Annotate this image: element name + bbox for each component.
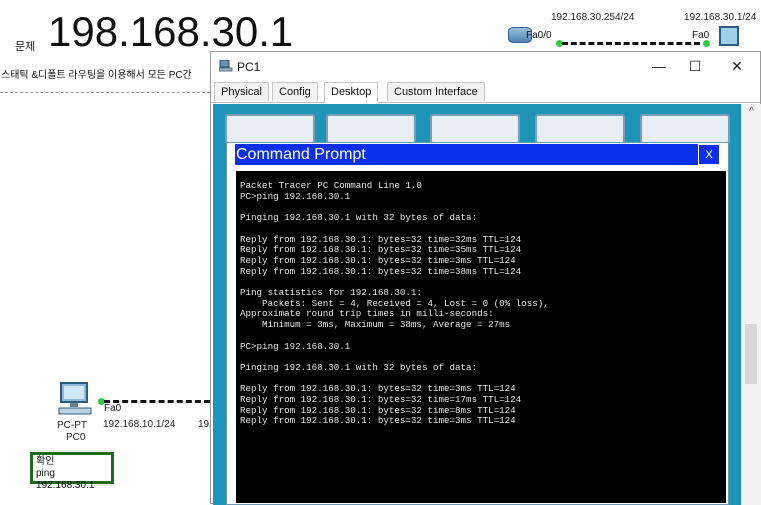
switch-icon[interactable] xyxy=(719,26,739,46)
tab-physical[interactable]: Physical xyxy=(214,82,269,101)
host-port-label: Fa0 xyxy=(692,30,710,41)
problem-description: 스태틱 &디폴트 라우팅을 이용해서 모든 PC간 xyxy=(1,70,192,81)
tab-bar: Physical Config Desktop Custom Interface xyxy=(211,82,760,103)
host-ip-label: 192.168.30.1/24 xyxy=(684,12,757,23)
desktop-app-icon[interactable] xyxy=(225,114,315,144)
divider xyxy=(0,92,210,94)
link-line xyxy=(562,42,700,45)
command-prompt-title: Command Prompt xyxy=(236,146,366,163)
note-box[interactable]: 확인 ping 192.168.30.1 xyxy=(30,452,114,491)
pc-window-icon xyxy=(219,60,233,72)
scroll-up-arrow-icon[interactable]: ^ xyxy=(742,104,761,120)
desktop-app-icon[interactable] xyxy=(430,114,520,144)
pc0-port-label: Fa0 xyxy=(104,403,122,414)
tab-desktop[interactable]: Desktop xyxy=(324,82,379,103)
tab-config[interactable]: Config xyxy=(272,82,318,101)
command-prompt-window: Command Prompt X Packet Tracer PC Comman… xyxy=(226,142,729,505)
note-line-1: 확인 xyxy=(36,456,55,467)
background-title: 198.168.30.1 xyxy=(48,8,294,55)
minimize-button[interactable]: — xyxy=(641,54,677,78)
pc1-window: PC1 — ☐ ✕ Physical Config Desktop Custom… xyxy=(210,51,761,505)
console-output[interactable]: Packet Tracer PC Command Line 1.0 PC>pin… xyxy=(236,171,726,503)
command-prompt-close-button[interactable]: X xyxy=(698,144,720,165)
router-port-label: Fa0/0 xyxy=(526,30,552,41)
problem-label: 문제 xyxy=(15,41,36,53)
link-dot xyxy=(703,40,710,47)
desktop-app-icon[interactable] xyxy=(326,114,416,144)
scroll-thumb[interactable] xyxy=(745,324,757,384)
router-ip-label: 192.168.30.254/24 xyxy=(551,12,635,23)
pc-icon[interactable] xyxy=(57,382,93,416)
note-line-2: ping 192.168.30.1 xyxy=(36,468,95,491)
maximize-button[interactable]: ☐ xyxy=(677,54,713,78)
desktop-app-icon[interactable] xyxy=(640,114,730,144)
close-button[interactable]: ✕ xyxy=(719,54,755,78)
title-bar[interactable]: PC1 — ☐ ✕ xyxy=(211,52,760,82)
pc0-type-label: PC-PT xyxy=(57,420,87,431)
window-title: PC1 xyxy=(237,60,261,74)
command-prompt-titlebar: Command Prompt X xyxy=(235,144,720,165)
pc0-name-label: PC0 xyxy=(66,432,86,443)
console-text: Packet Tracer PC Command Line 1.0 PC>pin… xyxy=(240,180,549,427)
desktop-area: Command Prompt X Packet Tracer PC Comman… xyxy=(213,104,741,505)
tab-custom-interface[interactable]: Custom Interface xyxy=(387,82,485,101)
pc0-ip-label: 192.168.10.1/24 xyxy=(103,419,176,430)
vertical-scrollbar[interactable]: ^ xyxy=(741,104,761,505)
desktop-app-icon[interactable] xyxy=(535,114,625,144)
